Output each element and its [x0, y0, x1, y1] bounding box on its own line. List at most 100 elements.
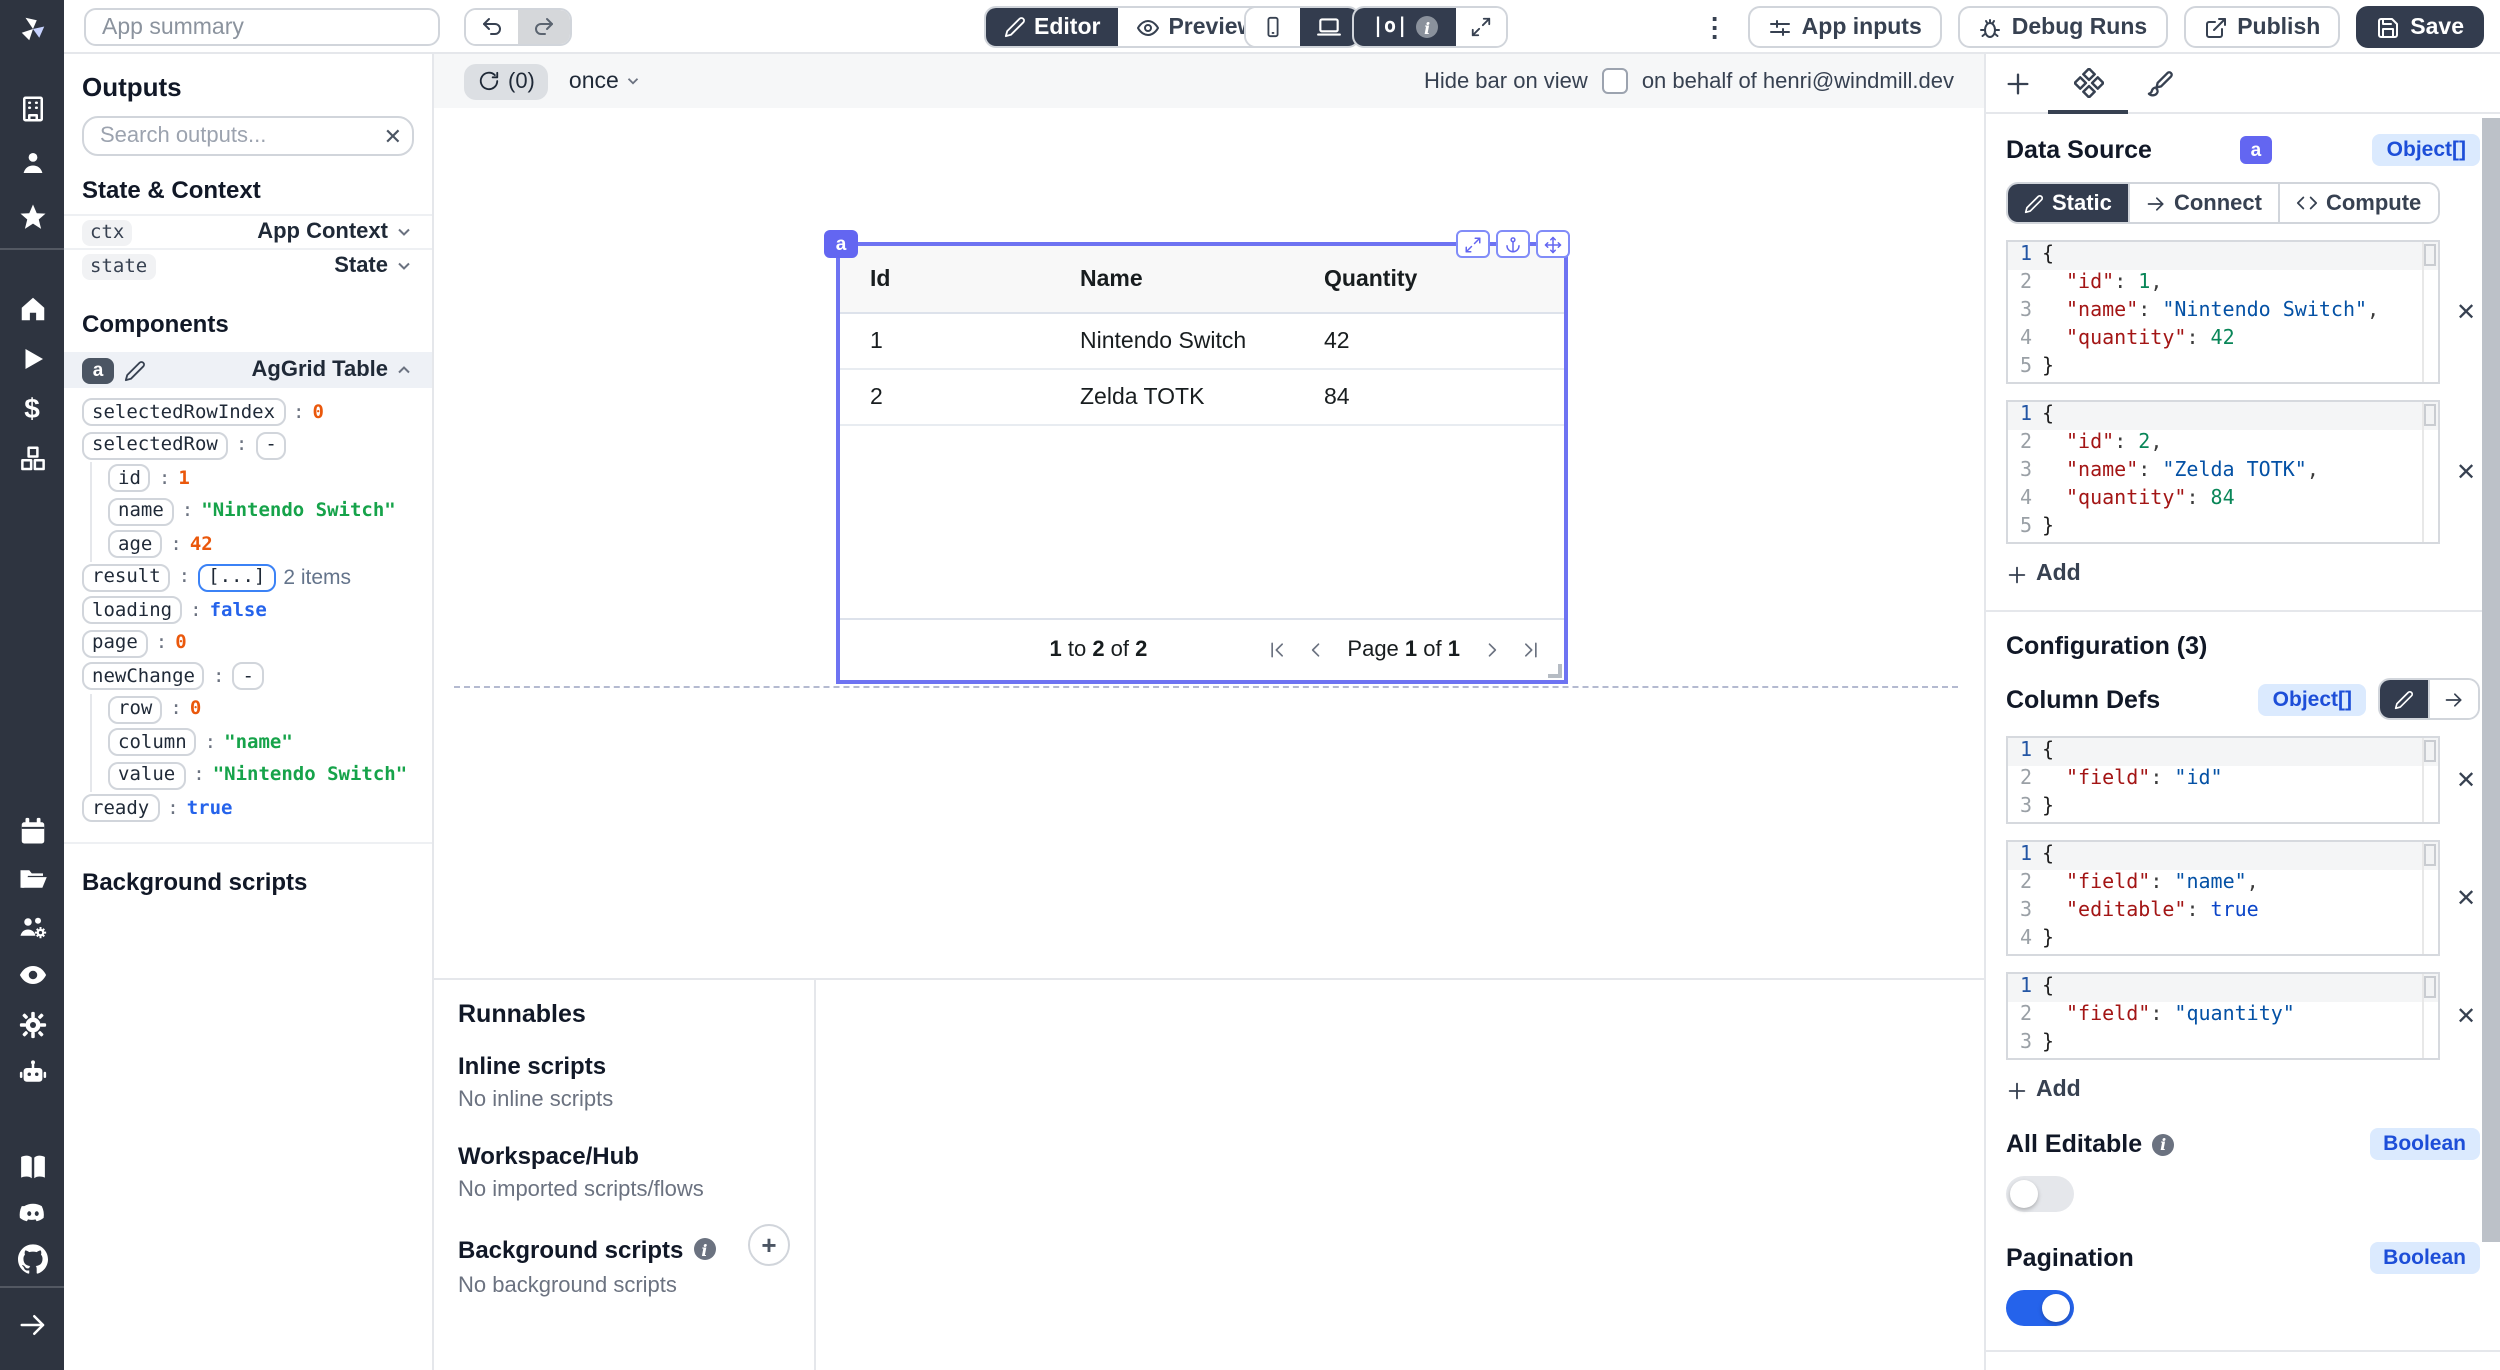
first-page-icon[interactable] — [1267, 640, 1287, 660]
add-column-def-button[interactable]: Add — [2006, 1078, 2480, 1102]
chevron-up-icon[interactable] — [394, 360, 414, 380]
edit-mode-button[interactable] — [2380, 680, 2430, 718]
output-item[interactable]: column:"name" — [64, 726, 432, 759]
search-outputs-input[interactable] — [82, 116, 414, 156]
aggrid-table-component[interactable]: a IdNameQuantity 1Nintendo Switch422Zeld… — [836, 242, 1568, 684]
insert-component-tab[interactable] — [2004, 69, 2032, 97]
output-item[interactable]: age:42 — [64, 528, 432, 561]
anchor-component-icon[interactable] — [1496, 230, 1530, 258]
output-item[interactable]: page:0 — [64, 627, 432, 660]
all-editable-toggle[interactable] — [2006, 1176, 2074, 1212]
column-header[interactable]: Name — [1080, 267, 1324, 291]
output-item[interactable]: newChange:- — [64, 660, 432, 693]
ctx-value: App Context — [257, 220, 388, 244]
component-list-item[interactable]: a AgGrid Table — [64, 352, 432, 388]
schedules-calendar-icon[interactable] — [0, 810, 64, 850]
column-header[interactable]: Id — [840, 267, 1080, 291]
editor-overview-mark — [2424, 404, 2436, 426]
groups-users-icon[interactable] — [0, 906, 64, 946]
refresh-button[interactable]: (0) — [464, 63, 549, 99]
output-item[interactable]: selectedRow:- — [64, 429, 432, 462]
styling-brush-tab[interactable] — [2146, 69, 2174, 97]
output-item[interactable]: loading:false — [64, 594, 432, 627]
undo-button[interactable] — [466, 10, 518, 44]
connect-tab[interactable]: Connect — [2130, 184, 2280, 222]
app-inputs-button[interactable]: App inputs — [1748, 6, 1942, 48]
line-number: 2 — [2008, 430, 2042, 458]
debug-runs-button[interactable]: Debug Runs — [1958, 6, 2167, 48]
output-item[interactable]: value:"Nintendo Switch" — [64, 759, 432, 792]
table-row[interactable]: 2Zelda TOTK84 — [840, 370, 1564, 426]
edit-pencil-icon[interactable] — [124, 359, 146, 381]
more-menu-icon[interactable]: ⋮ — [1702, 11, 1728, 43]
canvas-grid[interactable]: a IdNameQuantity 1Nintendo Switch422Zeld… — [434, 108, 1984, 978]
column-def-json-editor[interactable]: 1{2"field": "id"3} — [2006, 736, 2440, 824]
folders-icon[interactable] — [0, 858, 64, 898]
data-source-json-editor[interactable]: 1{2"id": 2,3"name": "Zelda TOTK",4"quant… — [2006, 400, 2440, 544]
component-settings-tab[interactable] — [2074, 68, 2104, 98]
redo-button[interactable] — [518, 10, 570, 44]
publish-button[interactable]: Publish — [2183, 6, 2340, 48]
mobile-view-button[interactable] — [1246, 8, 1300, 46]
desktop-view-button[interactable] — [1300, 8, 1358, 46]
add-data-source-item-button[interactable]: Add — [2006, 562, 2480, 586]
clear-search-icon[interactable]: ✕ — [384, 124, 402, 150]
data-source-json-editor[interactable]: 1{2"id": 1,3"name": "Nintendo Switch",4"… — [2006, 240, 2440, 384]
code-line: { — [2042, 242, 2054, 270]
variables-dollar-icon[interactable]: $ — [0, 388, 64, 428]
colon: : — [193, 765, 204, 787]
move-component-icon[interactable] — [1536, 230, 1570, 258]
column-def-json-editor[interactable]: 1{2"field": "name",3"editable": true4} — [2006, 840, 2440, 956]
column-header[interactable]: Quantity — [1324, 267, 1564, 291]
column-def-json-editor[interactable]: 1{2"field": "quantity"3} — [2006, 972, 2440, 1060]
expand-sidebar-arrow-icon[interactable] — [0, 1304, 64, 1344]
schedule-mode-dropdown[interactable]: once — [569, 69, 643, 93]
editor-tab[interactable]: Editor — [986, 8, 1118, 46]
remove-item-button[interactable]: ✕ — [2452, 766, 2480, 794]
resize-handle[interactable] — [1548, 664, 1562, 678]
line-number: 1 — [2008, 974, 2042, 1002]
discord-icon[interactable] — [0, 1192, 64, 1232]
remove-item-button[interactable]: ✕ — [2452, 458, 2480, 486]
expand-component-icon[interactable] — [1456, 230, 1490, 258]
output-item[interactable]: row:0 — [64, 693, 432, 726]
pagination-toggle[interactable] — [2006, 1290, 2074, 1326]
table-row[interactable]: 1Nintendo Switch42 — [840, 314, 1564, 370]
favorites-star-icon[interactable] — [0, 196, 64, 236]
line-number: 4 — [2008, 486, 2042, 514]
resources-cubes-icon[interactable] — [0, 438, 64, 478]
prev-page-icon[interactable] — [1305, 640, 1325, 660]
audit-eye-icon[interactable] — [0, 954, 64, 994]
hide-bar-checkbox[interactable] — [1602, 68, 1628, 94]
ai-bot-icon[interactable] — [0, 1052, 64, 1092]
add-background-script-button[interactable]: + — [748, 1224, 790, 1266]
remove-item-button[interactable]: ✕ — [2452, 298, 2480, 326]
next-page-icon[interactable] — [1482, 640, 1502, 660]
last-page-icon[interactable] — [1520, 640, 1540, 660]
right-panel-scrollbar[interactable] — [2482, 118, 2500, 1242]
docs-book-icon[interactable] — [0, 1146, 64, 1186]
runs-play-icon[interactable] — [0, 338, 64, 378]
output-item[interactable]: ready:true — [64, 792, 432, 825]
state-row[interactable]: state State — [64, 248, 432, 282]
static-tab[interactable]: Static — [2008, 184, 2130, 222]
ctx-row[interactable]: ctx App Context — [64, 214, 432, 248]
user-icon[interactable] — [0, 142, 64, 182]
remove-item-button[interactable]: ✕ — [2452, 884, 2480, 912]
output-item[interactable]: name:"Nintendo Switch" — [64, 495, 432, 528]
github-icon[interactable] — [0, 1238, 64, 1278]
compute-tab[interactable]: Compute — [2280, 184, 2437, 222]
remove-item-button[interactable]: ✕ — [2452, 1002, 2480, 1030]
workspace-icon[interactable] — [0, 88, 64, 128]
settings-gear-icon[interactable] — [0, 1004, 64, 1044]
connect-mode-button[interactable] — [2430, 680, 2478, 718]
output-item[interactable]: result:[...]2 items — [64, 561, 432, 594]
windmill-logo-icon[interactable] — [0, 8, 64, 48]
home-icon[interactable] — [0, 288, 64, 328]
app-summary-input[interactable] — [84, 8, 440, 46]
fullscreen-button[interactable] — [1456, 8, 1506, 46]
output-item[interactable]: id:1 — [64, 462, 432, 495]
output-item[interactable]: selectedRowIndex:0 — [64, 396, 432, 429]
toggle-panels-button[interactable]: |o| i — [1354, 8, 1456, 46]
save-button[interactable]: Save — [2356, 6, 2484, 48]
